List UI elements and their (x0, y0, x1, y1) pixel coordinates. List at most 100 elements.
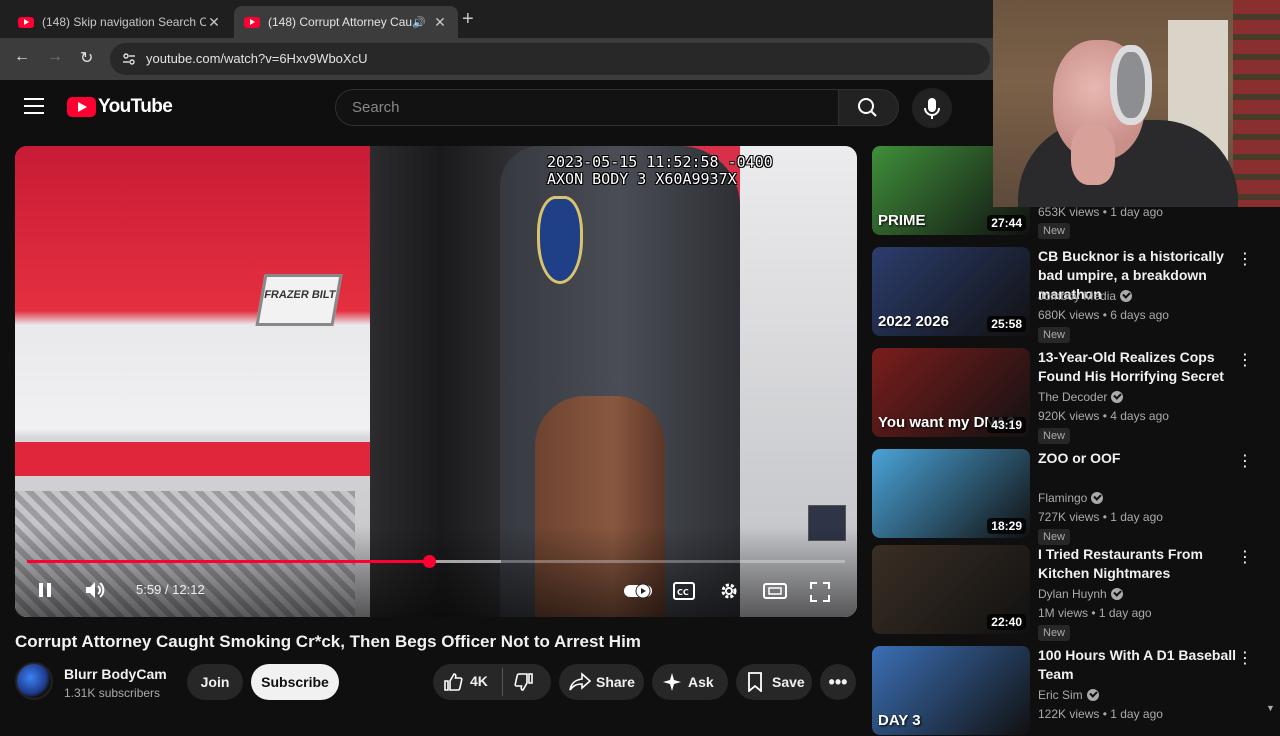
recommended-channel[interactable]: Eric Sim (1038, 688, 1083, 702)
recommended-title[interactable]: ZOO or OOF (1038, 449, 1238, 468)
thumbnail-text: 2022 2026 (878, 313, 949, 330)
new-badge: New (1038, 327, 1071, 343)
site-info-icon[interactable] (122, 52, 136, 66)
tab-close-icon[interactable]: ✕ (206, 14, 222, 31)
like-icon (444, 673, 463, 691)
subscribe-button[interactable]: Subscribe (251, 664, 339, 700)
recommended-channel-row: The Decoder (1038, 390, 1124, 404)
new-badge: New (1038, 223, 1071, 239)
settings-icon[interactable] (718, 580, 740, 602)
recommended-channel[interactable]: Jomboy Media (1038, 289, 1116, 303)
youtube-wordmark[interactable]: YouTube (98, 96, 173, 118)
autoplay-toggle[interactable] (623, 582, 655, 600)
progress-scrubber[interactable] (422, 555, 436, 568)
kebab-icon[interactable]: ⋮ (1237, 547, 1253, 567)
tab-audio-icon[interactable]: 🔊 (412, 16, 426, 29)
recommended-channel[interactable]: Flamingo (1038, 491, 1087, 505)
video-thumbnail[interactable]: 2022 2026 25:58 (872, 247, 1030, 336)
kebab-icon[interactable]: ⋮ (1237, 249, 1253, 269)
tab-title: (148) Corrupt Attorney Cau (268, 15, 413, 29)
headphones-icon (1110, 45, 1152, 125)
more-actions-button[interactable]: ••• (820, 664, 856, 700)
kebab-icon[interactable]: ⋮ (1237, 648, 1253, 668)
youtube-favicon-icon (244, 16, 260, 28)
duration-badge: 22:40 (987, 614, 1026, 630)
captions-icon[interactable]: CC (673, 581, 695, 601)
recommended-channel-row: Flamingo (1038, 491, 1104, 505)
ask-button[interactable]: Ask (652, 664, 728, 700)
forward-icon[interactable]: → (47, 48, 63, 66)
video-thumbnail[interactable]: 18:29 (872, 449, 1030, 538)
video-thumbnail[interactable]: You want my DNA? 43:19 (872, 348, 1030, 437)
youtube-favicon-icon (18, 16, 34, 28)
reload-icon[interactable]: ↻ (80, 48, 93, 68)
recommended-video[interactable]: 18:29 ZOO or OOF Flamingo 727K views • 1 da… (872, 449, 1262, 545)
tab-close-icon[interactable]: ✕ (432, 14, 448, 31)
fullscreen-icon[interactable] (809, 581, 831, 603)
join-button[interactable]: Join (187, 664, 243, 700)
subscriber-count: 1.31K subscribers (64, 686, 161, 700)
thumbnail-text: DAY 3 (878, 712, 921, 729)
kebab-icon[interactable]: ⋮ (1237, 350, 1253, 370)
kebab-icon[interactable]: ⋮ (1237, 451, 1253, 471)
menu-icon[interactable] (24, 98, 44, 116)
recommended-video[interactable]: 22:40 I Tried Restaurants From Kitchen Ni… (872, 545, 1262, 641)
verified-icon (1120, 290, 1133, 302)
mic-icon (924, 98, 940, 119)
search-button[interactable] (839, 89, 899, 126)
duration-badge: 25:58 (987, 316, 1026, 332)
search-icon (858, 98, 877, 117)
recommended-video[interactable]: You want my DNA? 43:19 13-Year-Old Realize… (872, 348, 1262, 444)
streamer-webcam (993, 0, 1280, 207)
voice-search-button[interactable] (912, 88, 952, 128)
recommended-video[interactable]: DAY 3 100 Hours With A D1 Baseball Team Er… (872, 646, 1262, 736)
progress-bar[interactable] (27, 555, 845, 568)
webcam-hand (1071, 125, 1115, 185)
recommended-views: 122K views • 1 day ago (1038, 707, 1163, 721)
ask-label: Ask (688, 674, 714, 690)
scroll-down-icon[interactable]: ▼ (1266, 703, 1275, 713)
recommended-channel[interactable]: Dylan Huynh (1038, 587, 1107, 601)
verified-icon (1111, 391, 1124, 403)
like-button[interactable] (443, 672, 463, 697)
bodycam-overlay: 2023-05-15 11:52:58 -0400 AXON BODY 3 X6… (547, 154, 773, 188)
svg-text:CC: CC (677, 588, 689, 597)
verified-icon (1086, 689, 1099, 701)
webcam-shelf (1233, 0, 1280, 207)
share-icon (569, 672, 591, 691)
new-tab-button[interactable]: + (462, 8, 474, 31)
video-player[interactable]: FRAZER BILT 2023-05-15 11:52:58 -0400 AX… (15, 146, 857, 617)
like-divider (502, 668, 503, 696)
channel-avatar[interactable] (15, 662, 53, 700)
volume-icon[interactable] (83, 579, 107, 601)
recommended-channel-row: Jomboy Media (1038, 289, 1133, 303)
dislike-button[interactable] (514, 672, 534, 697)
duration-badge: 18:29 (987, 518, 1026, 534)
recommended-video[interactable]: 2022 2026 25:58 CB Bucknor is a historical… (872, 247, 1262, 343)
like-count[interactable]: 4K (470, 673, 488, 689)
browser-tab-2[interactable]: (148) Corrupt Attorney Cau 🔊 ✕ (234, 6, 458, 38)
recommended-views: 727K views • 1 day ago (1038, 510, 1163, 524)
address-field[interactable]: youtube.com/watch?v=6Hxv9WboXcU (110, 43, 990, 75)
youtube-logo-icon[interactable] (67, 97, 96, 117)
back-icon[interactable]: ← (14, 48, 30, 66)
tab-title: (148) Skip navigation Search Co (42, 15, 206, 29)
browser-tab-1[interactable]: (148) Skip navigation Search Co ✕ (8, 6, 232, 38)
recommended-title[interactable]: 13-Year-Old Realizes Cops Found His Horr… (1038, 348, 1238, 386)
theater-icon[interactable] (763, 581, 787, 601)
search-input[interactable]: Search (335, 89, 839, 126)
recommended-channel[interactable]: The Decoder (1038, 390, 1107, 404)
share-button[interactable]: Share (559, 664, 644, 700)
video-thumbnail[interactable]: 22:40 (872, 545, 1030, 634)
truck-decal: FRAZER BILT (255, 274, 343, 326)
ask-icon (663, 673, 681, 691)
recommended-title[interactable]: I Tried Restaurants From Kitchen Nightma… (1038, 545, 1238, 583)
video-thumbnail[interactable]: DAY 3 (872, 646, 1030, 735)
recommended-title[interactable]: 100 Hours With A D1 Baseball Team (1038, 646, 1238, 684)
channel-name[interactable]: Blurr BodyCam (64, 666, 167, 682)
share-label: Share (596, 674, 635, 690)
bodycam-timestamp: 2023-05-15 11:52:58 -0400 (547, 153, 773, 171)
pause-icon[interactable] (35, 580, 55, 600)
video-title: Corrupt Attorney Caught Smoking Cr*ck, T… (15, 632, 641, 651)
save-button[interactable]: Save (736, 664, 812, 700)
